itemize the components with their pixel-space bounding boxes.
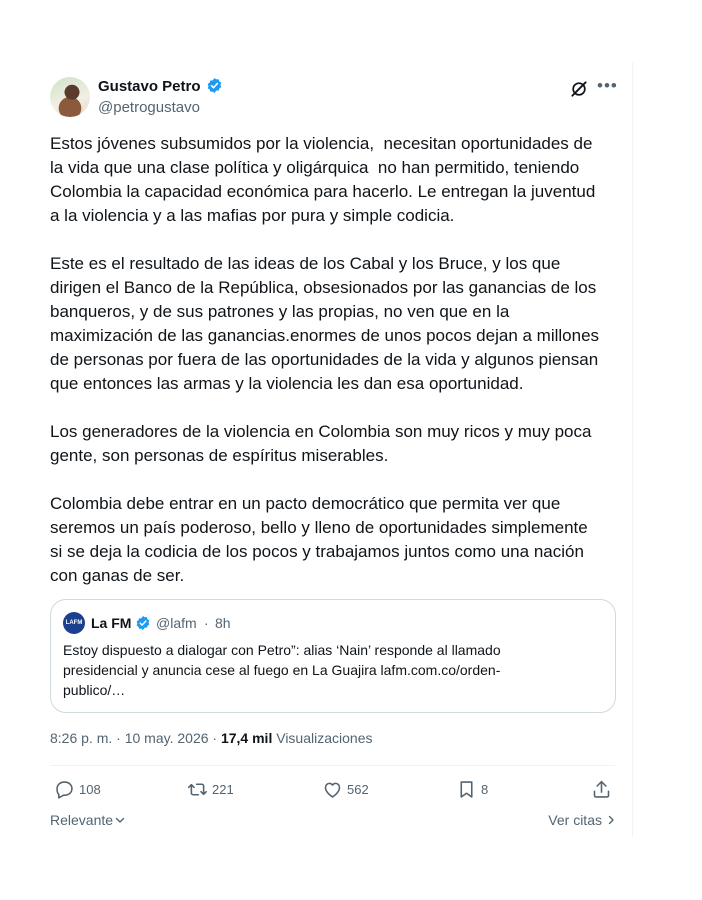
repost-icon — [187, 782, 208, 796]
verified-badge-icon — [207, 78, 222, 93]
tweet-text: Estos jóvenes subsumidos por la violenci… — [50, 134, 600, 585]
repost-count: 221 — [212, 781, 234, 797]
verified-badge-icon — [136, 616, 150, 630]
sort-label: Relevante — [50, 812, 114, 828]
quoted-author-avatar: LAFM — [63, 612, 85, 634]
chevron-down-icon — [115, 817, 125, 823]
sort-dropdown[interactable]: Relevante — [50, 812, 125, 828]
quoted-separator: · — [204, 615, 209, 631]
reply-icon — [56, 780, 73, 799]
meta-separator: · — [116, 730, 121, 746]
grok-icon[interactable] — [569, 79, 589, 99]
tweet-card: Gustavo Petro @petrogustavo ••• Estos jó… — [33, 62, 633, 836]
bookmark-button[interactable]: 8 — [456, 778, 488, 800]
like-count: 562 — [347, 781, 369, 797]
author-avatar[interactable] — [50, 77, 90, 117]
quoted-author-handle: @lafm — [156, 615, 197, 631]
author-name[interactable]: Gustavo Petro — [98, 78, 201, 95]
quoted-author-name: La FM — [91, 615, 132, 631]
tweet-header: Gustavo Petro @petrogustavo ••• — [50, 74, 617, 122]
share-button[interactable] — [591, 778, 612, 800]
meta-separator: · — [212, 730, 218, 746]
bookmark-icon — [460, 780, 473, 798]
views-count: 17,4 mil — [220, 730, 273, 746]
quoted-text: Estoy dispuesto a dialogar con Petro”: a… — [63, 642, 501, 698]
reply-button[interactable]: 108 — [54, 778, 101, 800]
tweet-date[interactable]: 10 may. 2026 — [125, 730, 209, 746]
tweet-time[interactable]: 8:26 p. m. — [50, 730, 112, 746]
share-icon — [593, 780, 610, 798]
more-icon[interactable]: ••• — [597, 77, 617, 97]
quoted-tweet[interactable]: LAFM La FM @lafm · 8h Estoy dispuesto a … — [50, 599, 616, 713]
view-quotes-link[interactable]: Ver citas — [548, 812, 616, 828]
author-handle[interactable]: @petrogustavo — [98, 99, 200, 116]
reply-count: 108 — [79, 781, 101, 797]
chevron-right-icon — [608, 815, 614, 825]
repost-button[interactable]: 221 — [187, 778, 234, 800]
quoted-timestamp: 8h — [215, 615, 231, 631]
views-label: Visualizaciones — [276, 730, 373, 746]
replies-footer: Relevante Ver citas — [50, 812, 616, 832]
like-icon — [324, 782, 341, 798]
like-button[interactable]: 562 — [322, 778, 369, 800]
bookmark-count: 8 — [481, 781, 489, 797]
action-bar: 108 221 562 8 — [50, 778, 616, 802]
divider — [50, 765, 615, 766]
view-quotes-label: Ver citas — [548, 812, 602, 828]
tweet-meta: 8:26 p. m. · 10 may. 2026 · 17,4 mil Vis… — [50, 730, 372, 746]
